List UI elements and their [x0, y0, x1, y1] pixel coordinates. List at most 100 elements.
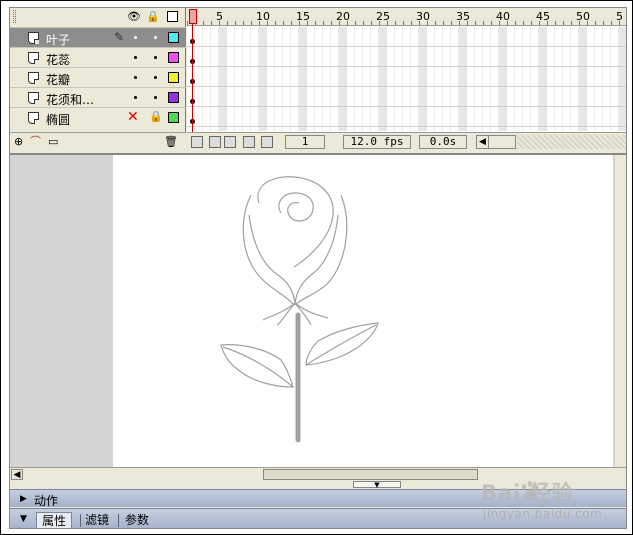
ruler-tick [299, 21, 300, 25]
frame-band [259, 27, 267, 131]
drag-grip-icon[interactable] [13, 10, 16, 23]
frame-divider [290, 27, 291, 131]
panel-collapse-bar: ▼ [10, 481, 626, 489]
ruler-tick [403, 21, 404, 25]
rose-drawing[interactable] [113, 155, 613, 467]
lock-icon[interactable]: 🔒 [146, 10, 160, 23]
ruler-tick [467, 21, 468, 25]
lock-toggle[interactable] [154, 76, 157, 79]
onion-skin-icon[interactable] [209, 136, 221, 148]
tab-parameters[interactable]: 参数 [120, 512, 154, 528]
layer-name[interactable]: 叶子 [46, 31, 70, 48]
layer-row[interactable]: 椭圆 ✕ 🔒 [10, 107, 186, 127]
layer-color-swatch[interactable] [168, 52, 179, 63]
layer-row[interactable]: 花蕊 [10, 47, 186, 67]
ruler-tick [603, 21, 604, 25]
stage-vertical-scrollbar[interactable] [615, 155, 626, 467]
delete-layer-icon[interactable]: 🗑 [164, 135, 178, 148]
timeline-scrollbar[interactable]: ◀ [476, 135, 516, 149]
layer-color-swatch[interactable] [168, 92, 179, 103]
frame-divider [610, 27, 611, 131]
tab-properties[interactable]: 属性 [36, 512, 73, 528]
ruler-tick [515, 21, 516, 25]
ruler-tick [243, 21, 244, 25]
ruler-tick [267, 21, 268, 25]
lock-toggle[interactable] [154, 36, 157, 39]
frame-divider [314, 27, 315, 131]
ruler-tick [307, 21, 308, 25]
actions-panel-title[interactable]: 动作 [34, 492, 58, 509]
layer-name[interactable]: 椭圆 [46, 111, 70, 128]
ruler-tick [523, 21, 524, 25]
frame-divider [202, 27, 203, 131]
ruler-tick [283, 21, 284, 25]
center-frame-icon[interactable] [191, 136, 203, 148]
visibility-toggle[interactable] [134, 36, 137, 39]
visibility-toggle[interactable] [134, 96, 137, 99]
ruler-tick [363, 21, 364, 25]
frame-band [619, 27, 626, 131]
frame-divider [330, 27, 331, 131]
stage-canvas[interactable] [113, 155, 613, 467]
frame-divider [402, 27, 403, 131]
frame-divider [322, 27, 323, 131]
ruler-tick [587, 21, 588, 25]
frame-divider [242, 27, 243, 131]
visibility-toggle[interactable] [134, 56, 137, 59]
scrollbar-thumb[interactable] [263, 469, 478, 480]
tab-filters[interactable]: 滤镜 [80, 512, 114, 528]
add-layer-icon[interactable]: ⊕ [14, 135, 23, 148]
visibility-toggle[interactable] [134, 76, 137, 79]
collapse-arrow-icon[interactable]: ▼ [20, 514, 27, 524]
playhead-line [192, 24, 193, 132]
frame-grid[interactable] [187, 27, 626, 131]
ruler-tick [555, 21, 556, 25]
eye-icon[interactable]: 👁 [127, 10, 141, 23]
rose-petal-right [293, 194, 348, 306]
layer-icon [28, 32, 39, 44]
layer-color-swatch[interactable] [168, 112, 179, 123]
lock-toggle[interactable] [154, 56, 157, 59]
ruler-tick [595, 21, 596, 25]
add-folder-icon[interactable]: ▭ [48, 135, 58, 148]
frame-divider [370, 27, 371, 131]
layer-row[interactable]: 花须和… [10, 87, 186, 107]
stage-area [10, 153, 626, 467]
frame-divider [522, 27, 523, 131]
ruler-tick [187, 21, 188, 25]
outline-icon[interactable] [167, 11, 178, 22]
layer-name[interactable]: 花蕊 [46, 51, 70, 68]
stage-horizontal-scrollbar[interactable]: ◀ [10, 467, 626, 481]
layer-row[interactable]: 叶子 ✎ [10, 27, 186, 47]
edit-multiple-frames-icon[interactable] [243, 136, 255, 148]
onion-outline-icon[interactable] [224, 136, 236, 148]
frame-band [459, 27, 467, 131]
lock-toggle[interactable] [154, 96, 157, 99]
ruler-tick [499, 21, 500, 25]
actions-panel-bar[interactable]: ▶ 动作 [10, 489, 626, 509]
layer-color-swatch[interactable] [168, 72, 179, 83]
playhead[interactable] [189, 9, 197, 24]
layer-color-swatch[interactable] [168, 32, 179, 43]
hidden-x-icon[interactable]: ✕ [127, 109, 139, 125]
modify-markers-icon[interactable] [261, 136, 273, 148]
add-guide-icon[interactable]: ⌒ [30, 135, 41, 148]
collapse-arrow-icon[interactable]: ▼ [353, 481, 401, 489]
frame-row-line [187, 106, 626, 107]
frame-ruler[interactable]: 151015202530354045505 [187, 8, 626, 26]
ruler-tick [347, 21, 348, 25]
expand-arrow-icon[interactable]: ▶ [20, 493, 27, 505]
layer-name[interactable]: 花瓣 [46, 71, 70, 88]
scroll-left-icon[interactable]: ◀ [11, 469, 23, 480]
layer-name[interactable]: 花须和… [46, 91, 94, 108]
lock-icon[interactable]: 🔒 [149, 110, 163, 123]
layer-icon [28, 52, 39, 64]
ruler-tick [619, 21, 620, 25]
ruler-tick [379, 21, 380, 25]
frame-band [379, 27, 387, 131]
frame-rate-field[interactable]: 12.0 fps [343, 135, 411, 149]
frame-divider [282, 27, 283, 131]
ruler-tick [571, 21, 572, 25]
layer-row[interactable]: 花瓣 [10, 67, 186, 87]
scroll-left-icon[interactable]: ◀ [477, 136, 489, 148]
